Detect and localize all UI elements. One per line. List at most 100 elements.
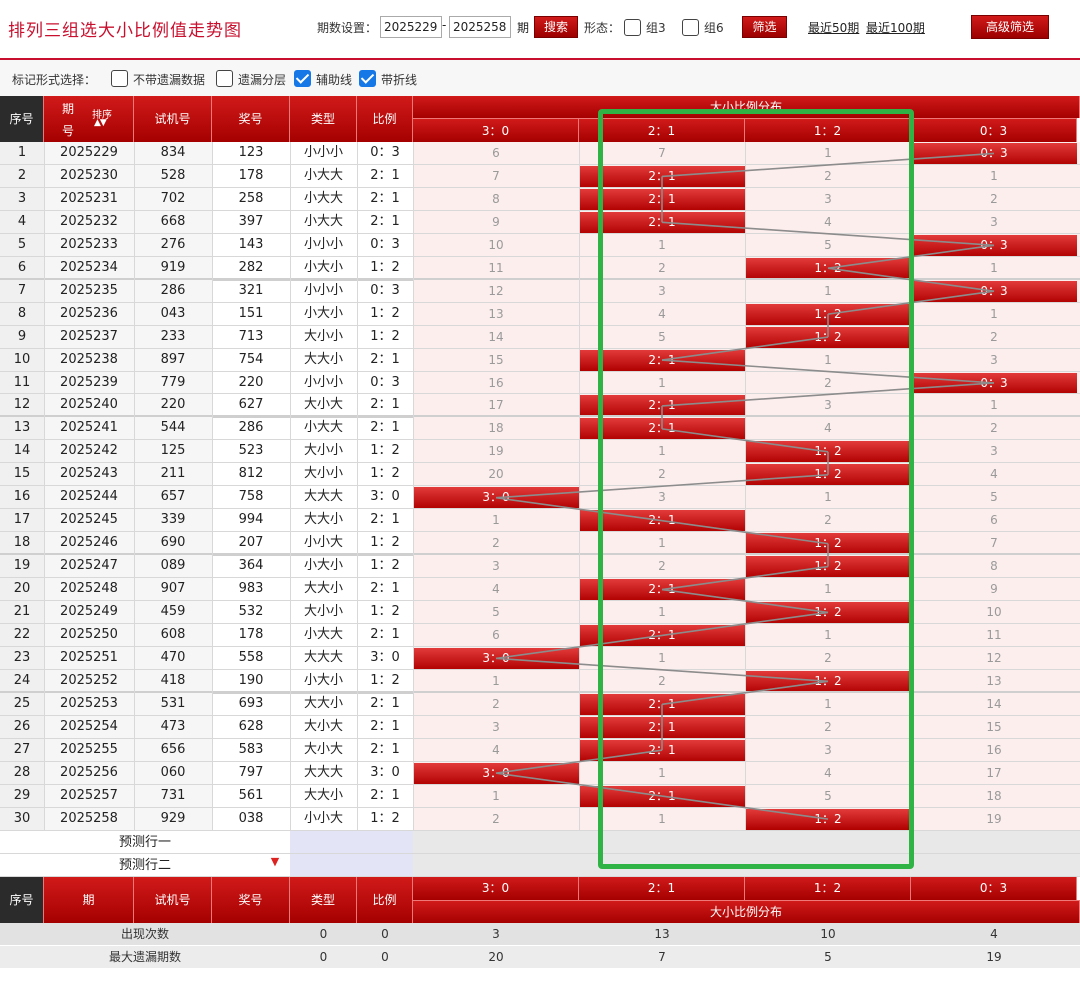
cell-trial: 702 [134, 187, 212, 211]
zu6-checkbox[interactable] [682, 19, 699, 36]
end-period-input[interactable]: 2025258 [449, 16, 511, 38]
cell-period: 2025245 [44, 509, 134, 533]
cell-prize: 258 [238, 190, 264, 206]
miss-count-cell: 2 [824, 375, 832, 390]
predict-row-label[interactable]: 预测行一 [0, 830, 290, 854]
header-type: 类型 [290, 96, 357, 142]
sort-arrows-icon[interactable]: ▲▼ [94, 118, 107, 128]
cell-type: 小小大 [303, 535, 343, 551]
ratio-hit-cell[interactable]: 2：1 [579, 188, 745, 211]
ratio-hit-cell[interactable]: 2：1 [579, 579, 745, 601]
cell-trial: 897 [134, 348, 212, 372]
ratio-hit-cell[interactable]: 1：2 [745, 464, 911, 487]
advanced-filter-button[interactable]: 高级筛选 [971, 15, 1049, 39]
ratio-hit-cell[interactable]: 2：1 [579, 785, 745, 808]
option-checkbox-2[interactable] [216, 70, 233, 87]
cell-type: 大小小 [303, 328, 343, 344]
filter-button[interactable]: 筛选 [742, 16, 787, 38]
cell-trial: 531 [134, 692, 212, 716]
option-checkbox-3[interactable] [294, 70, 311, 87]
miss-count-cell: 2 [824, 650, 832, 665]
stats-label: 出现次数 [120, 926, 169, 941]
ratio-hit-cell[interactable]: 3：0 [413, 762, 579, 785]
ratio-hit-cell[interactable]: 2：1 [579, 739, 745, 762]
cell-period: 2025250 [44, 623, 134, 647]
start-period-input[interactable]: 2025229 [380, 16, 442, 38]
cell-prize: 143 [238, 236, 264, 252]
miss-count-cell: 1 [824, 283, 832, 298]
cell-prize: 558 [238, 649, 264, 665]
ratio-hit-cell[interactable]: 1：2 [745, 808, 911, 831]
ratio-hit-cell[interactable]: 0：3 [911, 372, 1077, 395]
miss-count-cell: 4 [990, 467, 998, 482]
cell-ratio: 1：2 [370, 810, 400, 826]
recent-100-link[interactable]: 最近100期 [866, 19, 925, 36]
cell-seq: 19 [0, 555, 44, 579]
ratio-hit-cell[interactable]: 2：1 [579, 418, 745, 441]
cell-period: 2025242 [44, 440, 134, 464]
miss-count-cell: 2 [492, 536, 500, 551]
ratio-hit-cell[interactable]: 1：2 [745, 303, 911, 326]
ratio-hit-cell[interactable]: 1：2 [745, 533, 911, 556]
cell-seq: 3 [0, 187, 44, 211]
ratio-hit-cell[interactable]: 1：2 [745, 441, 911, 464]
cell-type: 小小小 [303, 145, 343, 160]
miss-count-cell: 2 [824, 719, 832, 734]
recent-50-link[interactable]: 最近50期 [808, 19, 859, 36]
cell-ratio: 1：2 [370, 604, 400, 619]
cell-prize: 038 [238, 810, 264, 826]
cell-prize: 583 [238, 741, 264, 757]
ratio-hit-cell[interactable]: 1：2 [745, 556, 911, 579]
ratio-hit-cell[interactable]: 0：3 [911, 143, 1077, 165]
cell-prize: 983 [238, 581, 264, 597]
ratio-hit-cell[interactable]: 3：0 [413, 487, 579, 510]
header-dist-col-3: 1：2 [745, 118, 911, 142]
cell-trial: 656 [134, 738, 212, 762]
ratio-hit-cell[interactable]: 1：2 [745, 257, 911, 280]
cell-ratio: 0：3 [370, 374, 400, 390]
ratio-hit-cell[interactable]: 2：1 [579, 349, 745, 372]
cell-ratio: 1：2 [370, 259, 400, 275]
cell-type: 小大小 [303, 672, 343, 688]
predict-row-label[interactable]: 预测行二 [0, 853, 290, 877]
cell-trial: 929 [134, 807, 212, 831]
ratio-hit-cell[interactable]: 2：1 [579, 693, 745, 716]
miss-count-cell: 9 [990, 582, 998, 597]
ratio-hit-cell[interactable]: 0：3 [911, 280, 1077, 303]
cell-seq: 18 [0, 532, 44, 556]
cell-prize: 994 [238, 512, 264, 528]
ratio-hit-cell[interactable]: 2：1 [579, 510, 745, 533]
cell-seq: 9 [0, 325, 44, 349]
cell-period: 2025253 [44, 692, 134, 716]
option-checkbox-1[interactable] [111, 70, 128, 87]
predict-row-dist[interactable] [413, 853, 1080, 877]
cell-trial: 459 [134, 601, 212, 624]
miss-count-cell: 19 [488, 444, 504, 459]
cell-type: 小小大 [303, 810, 343, 826]
ratio-hit-cell[interactable]: 2：1 [579, 165, 745, 188]
option-checkbox-4[interactable] [359, 70, 376, 87]
predict-arrow-icon[interactable]: ▼ [268, 855, 282, 873]
ratio-hit-cell[interactable]: 2：1 [579, 395, 745, 418]
predict-row-input[interactable] [290, 853, 413, 877]
cell-period: 2025241 [44, 417, 134, 441]
predict-row-input[interactable] [290, 830, 413, 854]
ratio-hit-cell[interactable]: 3：0 [413, 647, 579, 670]
ratio-hit-cell[interactable]: 1：2 [745, 670, 911, 693]
predict-row-dist[interactable] [413, 830, 1080, 854]
ratio-hit-cell[interactable]: 0：3 [911, 234, 1077, 257]
ratio-hit-cell[interactable]: 2：1 [579, 624, 745, 647]
zu3-checkbox[interactable] [624, 19, 641, 36]
cell-type: 小大大 [303, 190, 343, 206]
cell-ratio: 2：1 [370, 512, 400, 528]
ratio-hit-cell[interactable]: 1：2 [745, 326, 911, 349]
cell-prize: 797 [238, 764, 264, 780]
ratio-hit-cell[interactable]: 1：2 [745, 602, 911, 624]
ratio-hit-cell[interactable]: 2：1 [579, 716, 745, 739]
search-button[interactable]: 搜索 [534, 16, 578, 38]
header-period[interactable]: 期号排序 ▲▼ [44, 96, 134, 142]
ratio-hit-cell[interactable]: 2：1 [579, 211, 745, 234]
cell-seq: 21 [0, 601, 44, 624]
marker-options-label: 标记形式选择： [12, 73, 97, 87]
cell-seq: 11 [0, 371, 44, 395]
